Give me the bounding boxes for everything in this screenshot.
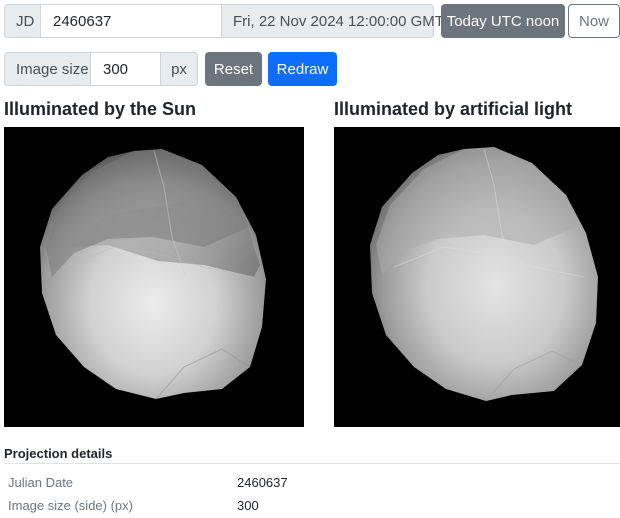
image-size-toolbar: Image size 300 px Reset Redraw bbox=[4, 52, 337, 86]
image-size-label: Image size bbox=[4, 52, 91, 86]
image-size-input-group: Image size 300 px bbox=[4, 52, 198, 86]
image-size-unit: px bbox=[161, 52, 198, 86]
detail-value: 2460637 bbox=[237, 475, 288, 490]
date-display: Fri, 22 Nov 2024 12:00:00 GMT bbox=[222, 4, 444, 38]
reset-button[interactable]: Reset bbox=[205, 52, 262, 86]
now-button[interactable]: Now bbox=[568, 4, 620, 38]
projection-details-title: Projection details bbox=[4, 446, 113, 461]
detail-label: Julian Date bbox=[8, 475, 74, 490]
asteroid-shape-render-artificial bbox=[370, 147, 598, 402]
artificial-view-title: Illuminated by artificial light bbox=[334, 99, 573, 119]
date-toolbar: JD 2460637 Fri, 22 Nov 2024 12:00:00 GMT… bbox=[4, 4, 620, 38]
detail-row-julian-date: Julian Date 2460637 bbox=[8, 475, 608, 495]
artificial-illuminated-view bbox=[334, 127, 620, 427]
detail-label: Image size (side) (px) bbox=[8, 498, 133, 513]
today-utc-noon-button[interactable]: Today UTC noon bbox=[441, 4, 565, 38]
jd-input[interactable]: 2460637 bbox=[41, 4, 222, 38]
detail-value: 300 bbox=[237, 498, 259, 513]
redraw-button[interactable]: Redraw bbox=[268, 52, 337, 86]
image-size-input[interactable]: 300 bbox=[91, 52, 161, 86]
details-divider bbox=[4, 463, 620, 464]
asteroid-shape-render-sunlit bbox=[40, 149, 266, 400]
jd-input-group: JD 2460637 Fri, 22 Nov 2024 12:00:00 GMT bbox=[4, 4, 444, 38]
sun-view-title: Illuminated by the Sun bbox=[4, 99, 197, 119]
jd-label: JD bbox=[4, 4, 41, 38]
detail-row-image-size: Image size (side) (px) 300 bbox=[8, 498, 608, 518]
sun-illuminated-view bbox=[4, 127, 304, 427]
